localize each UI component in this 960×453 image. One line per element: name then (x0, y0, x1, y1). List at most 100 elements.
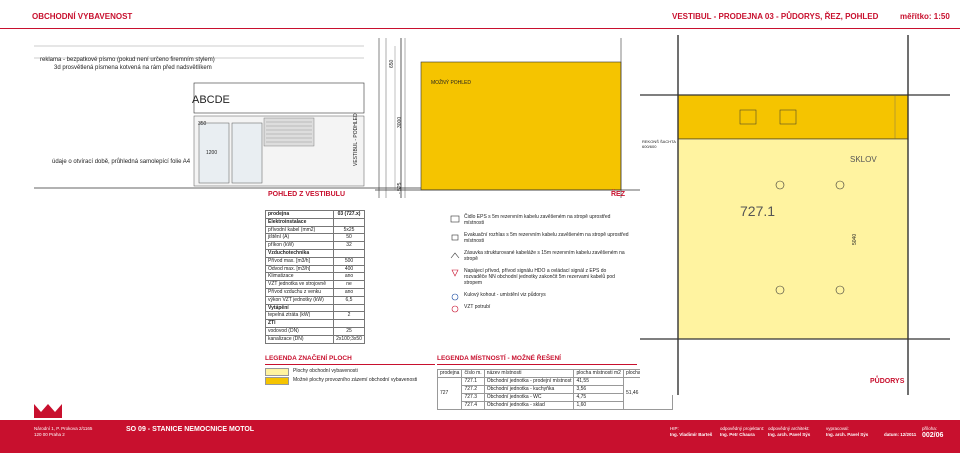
tech-table-row: prodejna 03 (727.x) (265, 210, 365, 219)
tech-table-value: 2x100;3x50 (333, 334, 365, 344)
facade-note-3: údaje o otvírací době, průhledná samolep… (52, 159, 191, 165)
legend-text-power: Napájecí přívod, přívod signálu HDO a ov… (464, 268, 615, 286)
tech-table-row: Vytápění (265, 303, 365, 313)
valve-icon (451, 293, 459, 301)
plan-caption: PŮDORYS (870, 378, 905, 385)
legend-floors-title: LEGENDA ZNAČENÍ PLOCH (265, 355, 352, 362)
room-area: 4,75 (573, 393, 624, 402)
power-supply-icon (451, 269, 459, 277)
footer-hip-name: Ing. Vladimír Barteš (670, 432, 713, 437)
legend-text-vzt: VZT potrubí (464, 304, 491, 310)
footer-sheet: 002/06 (922, 432, 944, 439)
facade-dim-2: 1200 (206, 150, 218, 156)
vzt-icon (451, 305, 459, 313)
room-number: 727.1 (461, 377, 485, 386)
footer-company-2: 120 00 Praha 2 (34, 432, 65, 437)
tech-table-label: Elektroinstalace (265, 217, 334, 227)
footer-drew-name: Ing. arch. Pavel Sýs (826, 432, 869, 437)
legend-item-valve: Kulový kohout - umístění viz půdorys (450, 292, 630, 302)
room-number: 727.3 (461, 393, 485, 402)
rooms-header: číslo m. (461, 369, 485, 378)
tech-table-label: vodovod (DN) (265, 326, 334, 336)
tech-table: prodejna 03 (727.x) Elektroinstalace přívod… (265, 210, 365, 344)
tech-table-value: ne (333, 280, 365, 289)
tech-table-value (333, 248, 365, 258)
legend-text-eps: Čidlo EPS s 5m rezervním kabelu zavěšené… (464, 214, 611, 226)
tech-table-label: Přívod max. [m3/h] (265, 256, 334, 266)
legend-item-evac: Evakuační rozhlas s 5m rezervním kabelu … (450, 232, 630, 244)
section-vestibul-label: VESTIBUL - PODHLED (353, 113, 359, 166)
room-number: 727.4 (461, 401, 485, 410)
tech-table-value: ano (333, 272, 365, 282)
tech-table-value: 25 (333, 326, 365, 336)
tech-table-value (333, 319, 365, 328)
tech-table-label: ZTI (265, 319, 334, 328)
facade-dim-1: 350 (198, 121, 207, 127)
tech-table-label: prodejna (265, 210, 334, 219)
tech-table-row: výkon VZT jednotky (kW) 6,5 (265, 295, 365, 305)
legend-item-socket: Zásuvka strukturované kabeláže s 15m rez… (450, 250, 630, 262)
tech-table-value: 32 (333, 241, 365, 250)
room-name: Obchodní jednotka - sklad (483, 401, 575, 410)
tech-table-value: 2 (333, 311, 365, 321)
tech-table-row: přívodní kabel (mm2) 5x25 (265, 225, 365, 235)
tech-table-row: kanalizace (DN) 2x100;3x50 (265, 334, 365, 344)
legend-swatch-light (265, 368, 289, 376)
tech-table-row: VZT jednotka ve strojovně ne (265, 280, 365, 289)
section-dim-mid: 3000 (397, 116, 403, 128)
title-bar: OBCHODNÍ VYBAVENOST VESTIBUL - PRODEJNA … (0, 0, 960, 29)
tech-table-label: příkon (kW) (265, 241, 334, 250)
tech-table-value: ano (333, 287, 365, 297)
socket-icon (450, 252, 460, 259)
tech-table-label: Odvod max. [m3/h] (265, 264, 334, 274)
legend-item-eps: Čidlo EPS s 5m rezervním kabelu zavěšené… (450, 214, 630, 226)
facade-note-1: reklama - bezpatkové písmo (pokud není u… (40, 57, 215, 63)
tech-table-value: 500 (333, 256, 365, 266)
legend-floor-item-1: Plochy obchodní vybavenosti (265, 368, 358, 376)
footer-company-1: Národní 1, P. Prokova 2/1165 (34, 426, 93, 431)
tech-table-value: 400 (333, 264, 365, 274)
rooms-header: plocha místnosti m2 (573, 369, 624, 378)
section-drawing (375, 38, 640, 198)
tech-table-label: Přívod vzduchu z venku (265, 287, 334, 297)
legend-floor-label-1: Plochy obchodní vybavenosti (293, 368, 358, 374)
legend-item-power: Napájecí přívod, přívod signálu HDO a ov… (450, 268, 630, 286)
tech-table-row: ZTI (265, 319, 365, 328)
tech-table-value: 5x25 (333, 225, 365, 235)
tech-table-row: jištění (A) 50 (265, 233, 365, 243)
tech-table-label: VZT jednotka ve strojovně (265, 280, 334, 289)
footer-drew-label: vypracoval: (826, 426, 849, 431)
footer-arch-label: odpovědný architekt: (768, 426, 810, 431)
room-number: 727.2 (461, 385, 485, 394)
tech-table-value (333, 303, 365, 313)
legend-floors-divider (265, 364, 435, 365)
section-dim-bot: - 525 (397, 182, 403, 194)
tech-table-row: příkon (kW) 32 (265, 241, 365, 250)
tech-table-label: tepelná ztráta (kW) (265, 311, 334, 321)
tech-table-row: Elektroinstalace (265, 217, 365, 227)
rooms-header: název místnosti (483, 369, 575, 378)
tech-table-label: výkon VZT jednotky (kW) (265, 295, 334, 305)
rooms-shop: 727 (436, 377, 463, 410)
eps-icon (450, 215, 460, 223)
tech-table-row: Klimatizace ano (265, 272, 365, 282)
floor-plan: 727.1 SKLOV 5040 REKONŠ ŠACHTA 600/600 (640, 35, 950, 395)
legend-item-vzt: VZT potrubí (450, 304, 630, 314)
legend-text-evac: Evakuační rozhlas s 5m rezervním kabelu … (464, 232, 629, 244)
sign-text: ABCDE (192, 94, 230, 106)
tech-table-row: Odvod max. [m3/h] 400 (265, 264, 365, 274)
section-possible-label: MOŽNÝ POHLED (431, 80, 472, 86)
tech-table-row: Vzduchotechnika (265, 248, 365, 258)
footer-arch-name: Ing. arch. Pavel Sýs (768, 432, 811, 437)
room-area: 3,56 (573, 385, 624, 394)
tech-table-label: kanalizace (DN) (265, 334, 334, 344)
plan-dim: 5040 (852, 233, 858, 245)
section-caption: ŘEZ (611, 191, 625, 198)
company-logo-icon (34, 404, 62, 418)
header-center-title: VESTIBUL - PRODEJNA 03 - PŮDORYS, ŘEZ, P… (672, 12, 879, 21)
section-view: MOŽNÝ POHLED VESTIBUL - PODHLED 650 3000… (353, 38, 640, 198)
footer: Národní 1, P. Prokova 2/1165 120 00 Prah… (0, 404, 960, 453)
tech-table-row: vodovod (DN) 25 (265, 326, 365, 336)
tech-table-value: 03 (727.x) (333, 210, 365, 219)
header-left-title: OBCHODNÍ VYBAVENOST (32, 12, 133, 21)
